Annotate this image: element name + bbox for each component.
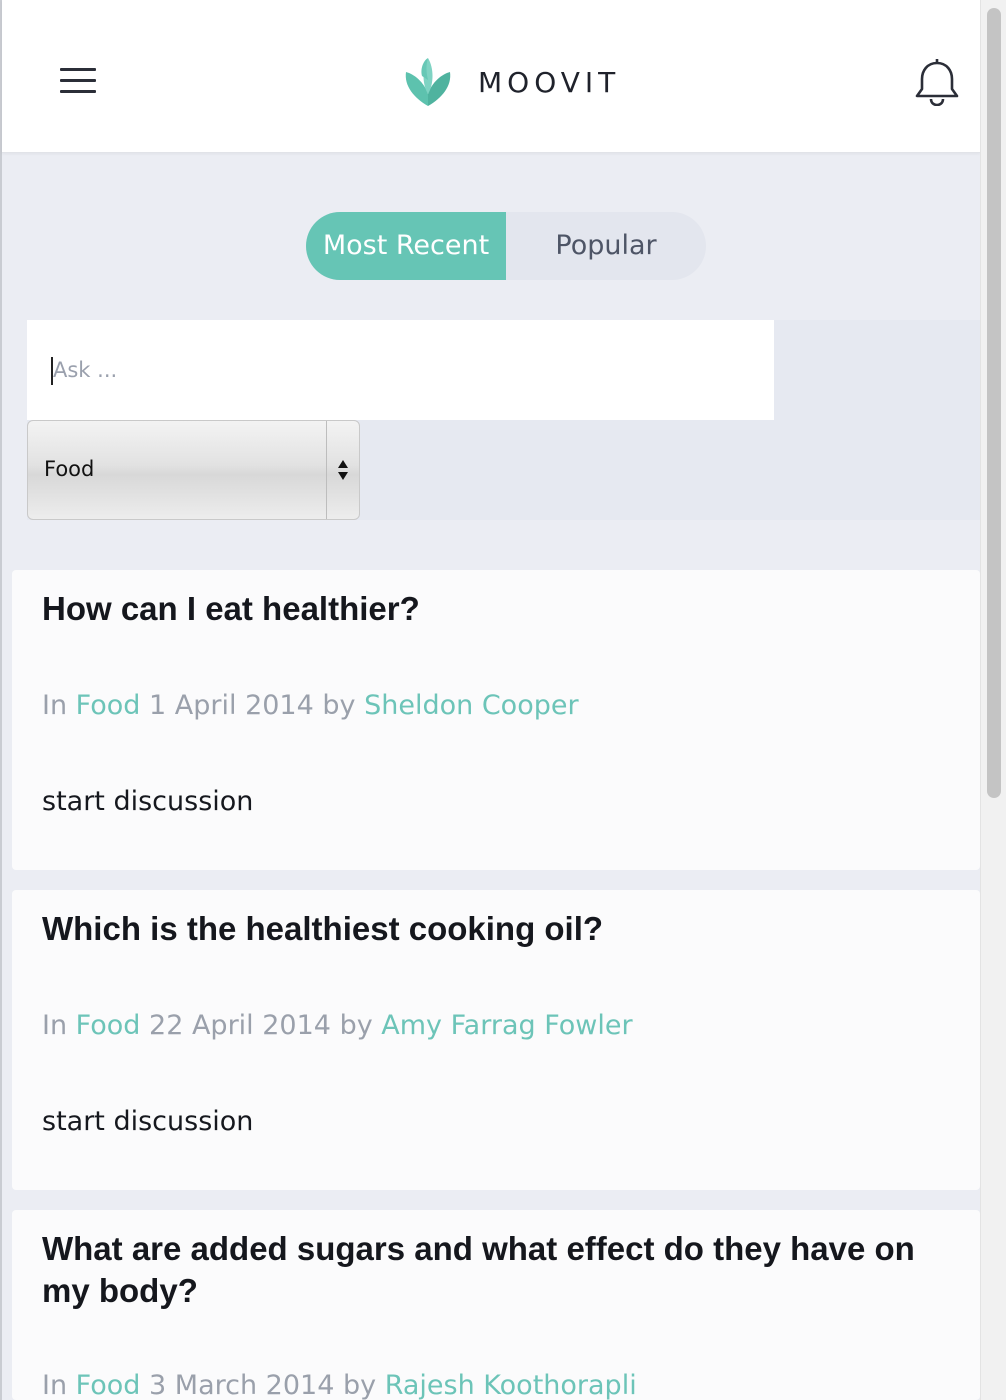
- question-date: 3 March 2014: [149, 1370, 335, 1400]
- app-name: MOOVIT: [478, 65, 621, 99]
- category-link[interactable]: Food: [76, 1370, 141, 1400]
- question-title[interactable]: Which is the healthiest cooking oil?: [42, 908, 950, 950]
- question-meta: In Food 1 April 2014 by Sheldon Cooper: [42, 690, 579, 721]
- author-link[interactable]: Amy Farrag Fowler: [381, 1010, 632, 1041]
- author-link[interactable]: Sheldon Cooper: [364, 690, 578, 721]
- select-arrows-icon: [338, 460, 348, 480]
- logo[interactable]: MOOVIT: [400, 54, 620, 110]
- question-meta: In Food 22 April 2014 by Amy Farrag Fowl…: [42, 1010, 633, 1041]
- question-date: 1 April 2014: [149, 690, 314, 721]
- text-cursor: [51, 357, 53, 385]
- category-link[interactable]: Food: [76, 690, 141, 721]
- question-card[interactable]: What are added sugars and what effect do…: [12, 1210, 980, 1400]
- meta-prefix: In: [42, 1370, 68, 1400]
- tab-most-recent[interactable]: Most Recent: [306, 212, 506, 280]
- author-link[interactable]: Rajesh Koothorapli: [385, 1370, 637, 1400]
- category-select[interactable]: Food: [27, 420, 360, 520]
- ask-input[interactable]: [27, 320, 774, 420]
- question-card[interactable]: Which is the healthiest cooking oil? In …: [12, 890, 980, 1190]
- start-discussion-link[interactable]: start discussion: [42, 786, 253, 817]
- start-discussion-link[interactable]: start discussion: [42, 1106, 253, 1137]
- bell-icon[interactable]: [912, 58, 962, 106]
- category-link[interactable]: Food: [76, 1010, 141, 1041]
- app-window: MOOVIT Most Recent Popular Food How can …: [0, 0, 1006, 1400]
- feed-tabs: Most Recent Popular: [306, 212, 706, 280]
- window-edge: [0, 0, 2, 1400]
- scrollbar-thumb[interactable]: [987, 8, 1001, 798]
- question-card[interactable]: How can I eat healthier? In Food 1 April…: [12, 570, 980, 870]
- meta-prefix: In: [42, 690, 68, 721]
- question-meta: In Food 3 March 2014 by Rajesh Koothorap…: [42, 1370, 637, 1400]
- question-title[interactable]: What are added sugars and what effect do…: [42, 1228, 950, 1312]
- hamburger-menu-icon[interactable]: [58, 62, 98, 100]
- tab-popular[interactable]: Popular: [506, 212, 706, 280]
- category-select-value: Food: [44, 457, 95, 481]
- top-bar: MOOVIT: [2, 0, 980, 153]
- question-title[interactable]: How can I eat healthier?: [42, 588, 950, 630]
- meta-by: by: [322, 690, 356, 721]
- lotus-logo-icon: [405, 58, 451, 106]
- select-divider: [326, 421, 327, 519]
- meta-by: by: [339, 1010, 373, 1041]
- meta-by: by: [342, 1370, 377, 1400]
- question-date: 22 April 2014: [149, 1010, 331, 1041]
- meta-prefix: In: [42, 1010, 68, 1041]
